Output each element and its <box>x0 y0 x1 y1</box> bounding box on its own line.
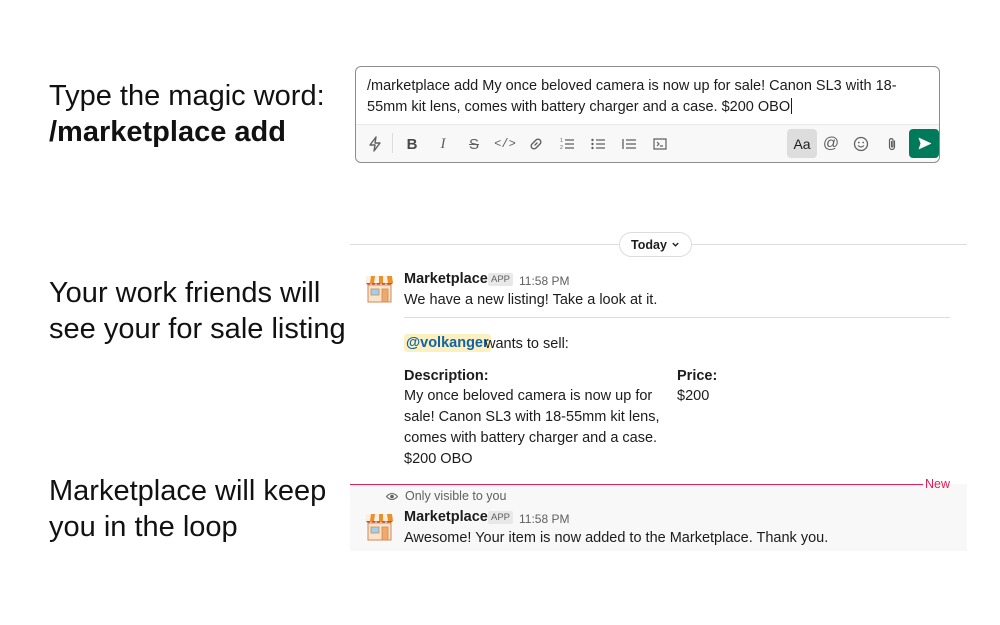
day-divider-label: Today <box>631 237 667 252</box>
message-sender[interactable]: Marketplace <box>404 509 488 525</box>
new-messages-label: New <box>925 477 951 491</box>
emoji-icon[interactable] <box>850 133 872 155</box>
toolbar-separator <box>392 133 393 153</box>
svg-text:2: 2 <box>560 145 563 151</box>
caption-step-1-command: /marketplace add <box>49 116 286 148</box>
link-icon[interactable] <box>525 133 547 155</box>
caption-step-3: Marketplace will keep you in the loop <box>49 473 326 545</box>
day-divider-button[interactable]: Today <box>619 232 692 257</box>
message-input[interactable]: /marketplace add My once beloved camera … <box>367 76 932 118</box>
svg-text:1: 1 <box>560 138 563 144</box>
description-label: Description: <box>404 368 489 384</box>
message-timestamp[interactable]: 11:58 PM <box>519 274 569 288</box>
description-line: $200 OBO <box>404 451 473 467</box>
price-label: Price: <box>677 368 718 384</box>
send-icon <box>918 137 931 150</box>
message-composer[interactable]: /marketplace add My once beloved camera … <box>355 66 940 163</box>
eye-icon <box>386 492 398 500</box>
formatting-toolbar: B I S </> 12 Aa @ <box>356 124 939 162</box>
caption-step-1-text: Type the magic word: <box>49 80 325 112</box>
formatting-toggle[interactable]: Aa <box>787 129 817 158</box>
visibility-note-text: Only visible to you <box>405 489 507 503</box>
new-messages-line <box>350 484 923 485</box>
price-value: $200 <box>677 388 710 404</box>
send-button[interactable] <box>909 129 939 158</box>
message-sender[interactable]: Marketplace <box>404 271 488 287</box>
marketplace-avatar-icon[interactable] <box>366 511 393 541</box>
italic-icon[interactable]: I <box>432 133 454 155</box>
code-icon[interactable]: </> <box>494 133 516 155</box>
visibility-note: Only visible to you <box>386 489 506 503</box>
strikethrough-icon[interactable]: S <box>463 133 485 155</box>
app-badge: APP <box>488 511 514 524</box>
chevron-down-icon <box>672 242 679 247</box>
description-line: comes with battery charger and a case. <box>404 430 658 446</box>
ordered-list-icon[interactable]: 12 <box>556 133 578 155</box>
caption-step-3-line-2: you in the loop <box>49 511 238 543</box>
caption-step-3-line-1: Marketplace will keep <box>49 475 327 507</box>
description-line: sale! Canon SL3 with 18-55mm kit lens, <box>404 409 660 425</box>
bold-icon[interactable]: B <box>401 133 423 155</box>
code-block-icon[interactable] <box>649 133 671 155</box>
mention-suffix: wants to sell: <box>485 336 569 352</box>
shortcuts-icon[interactable] <box>364 133 386 155</box>
text-caret <box>791 98 793 114</box>
caption-step-2: Your work friends will see your for sale… <box>49 275 346 347</box>
caption-step-2-line-2: see your for sale listing <box>49 313 346 345</box>
bulleted-list-icon[interactable] <box>587 133 609 155</box>
message-timestamp[interactable]: 11:58 PM <box>519 512 569 526</box>
message-text: Awesome! Your item is now added to the M… <box>404 530 829 546</box>
user-mention[interactable]: @volkanger <box>404 334 491 352</box>
attach-icon[interactable] <box>881 133 903 155</box>
message-input-value: /marketplace add My once beloved camera … <box>367 78 897 115</box>
description-value: My once beloved camera is now up for sal… <box>404 386 666 470</box>
marketplace-avatar-icon[interactable] <box>366 273 393 303</box>
mention-icon[interactable]: @ <box>820 133 842 155</box>
app-badge: APP <box>488 273 514 286</box>
caption-step-2-line-1: Your work friends will <box>49 277 321 309</box>
blockquote-icon[interactable] <box>618 133 640 155</box>
message-text: We have a new listing! Take a look at it… <box>404 292 658 308</box>
caption-step-1: Type the magic word: /marketplace add <box>49 78 325 150</box>
attachment-divider <box>404 317 950 318</box>
description-line: My once beloved camera is now up for <box>404 388 653 404</box>
